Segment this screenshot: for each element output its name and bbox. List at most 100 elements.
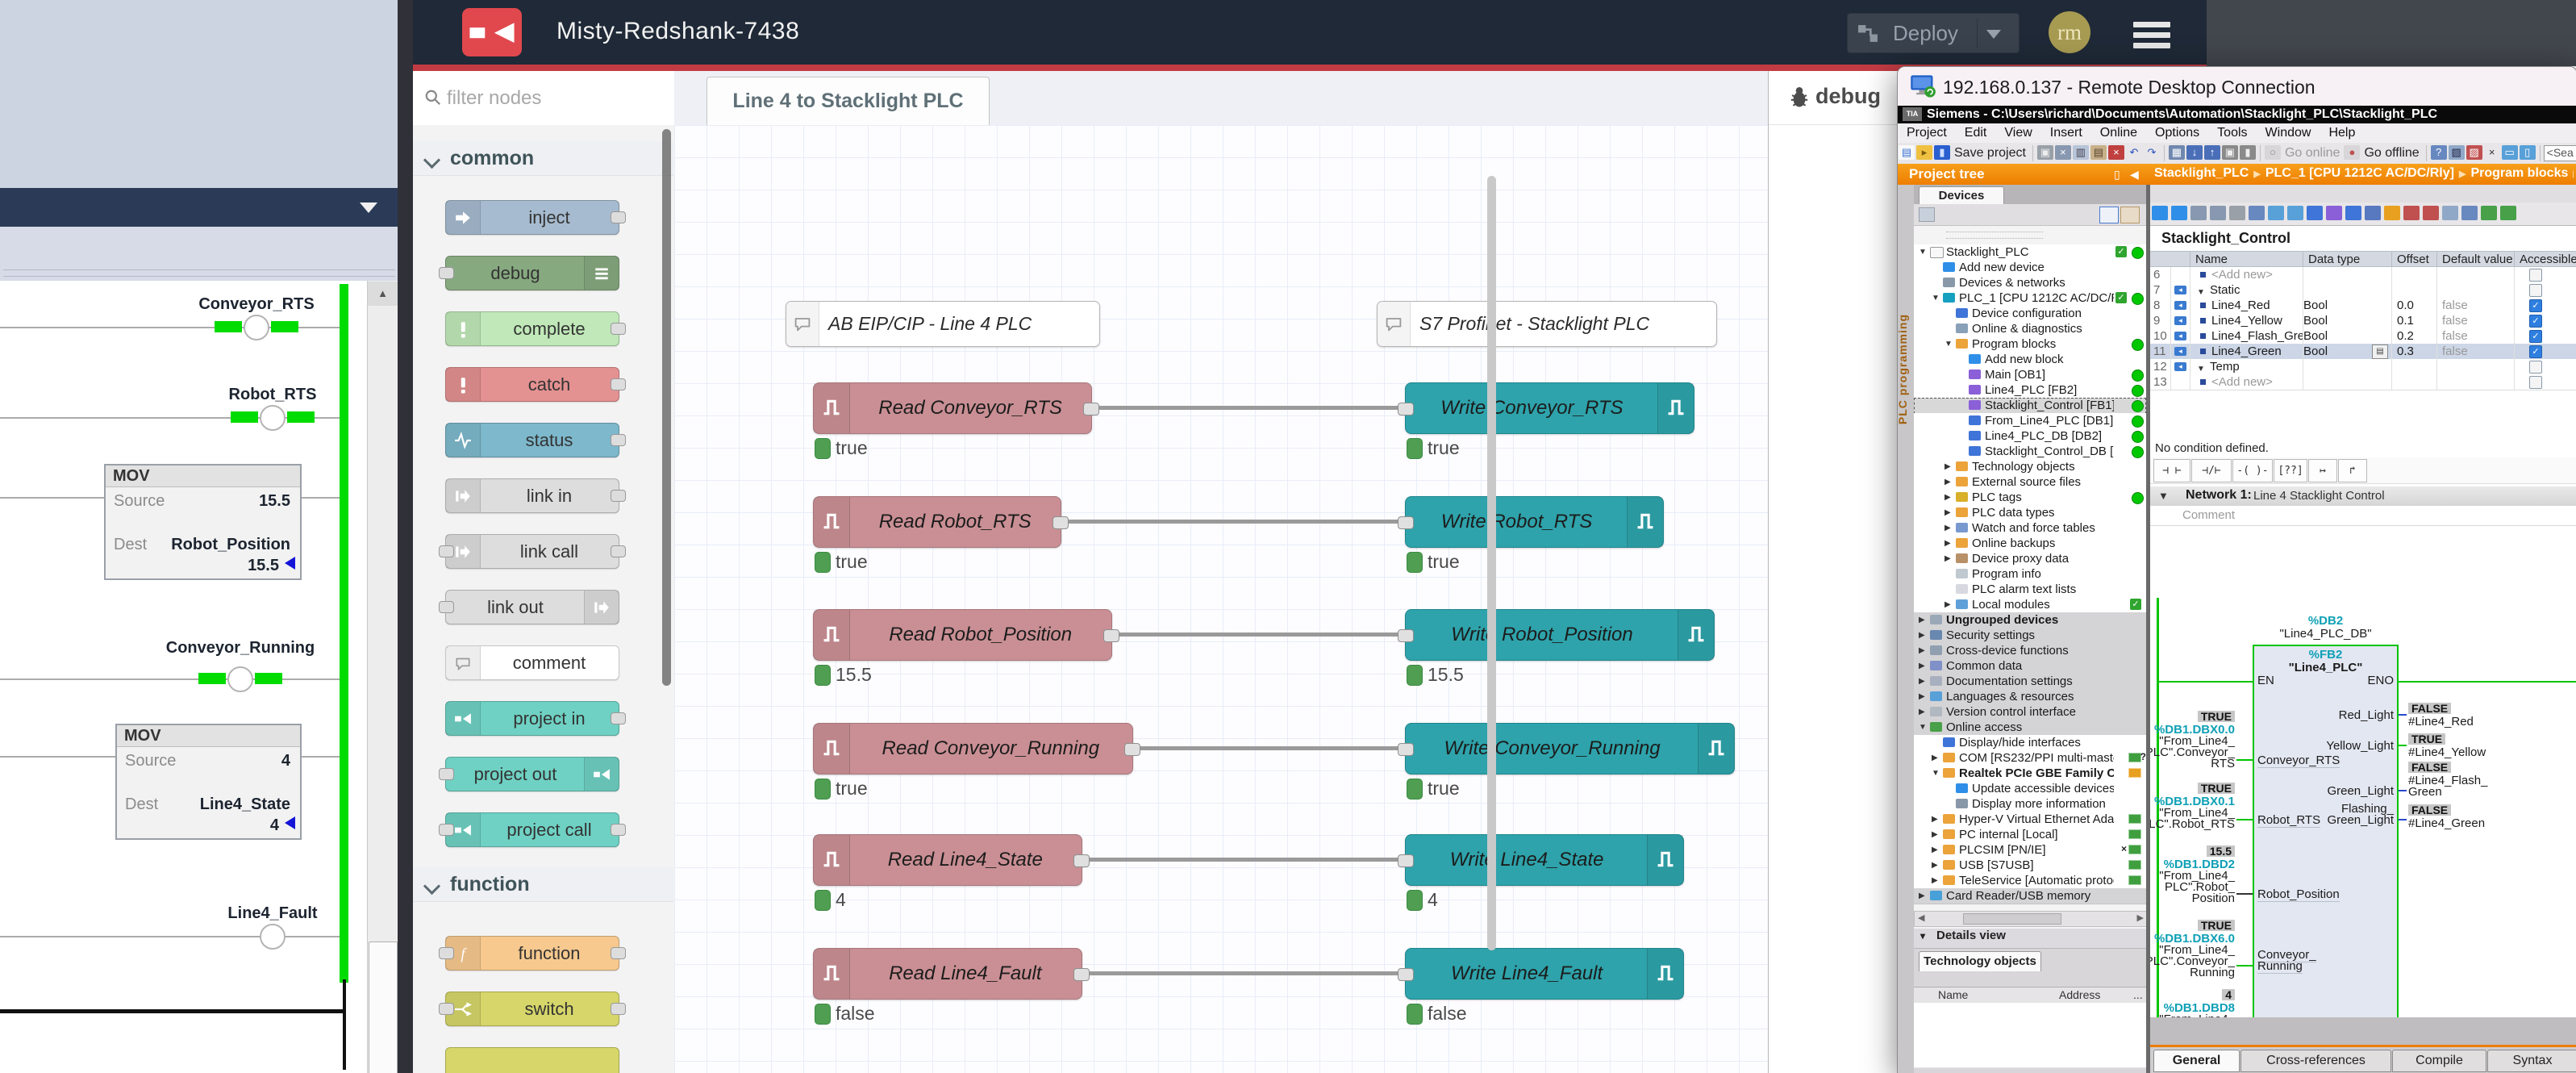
table-row[interactable]: 11◂Line4_GreenBool▤0.3false✓ (2150, 344, 2576, 360)
start-cpu-icon[interactable]: ▣ (2222, 145, 2238, 160)
menu-help[interactable]: Help (2328, 126, 2355, 140)
download-icon[interactable]: ↓ (2186, 145, 2203, 160)
table-row[interactable]: 10◂Line4_Flash_GreenBool0.2false✓ (2150, 328, 2576, 344)
expanded-arrow-icon[interactable]: ▼ (1945, 340, 1953, 349)
tree-item[interactable]: ▶PLC data types (1914, 505, 2146, 521)
tree-item[interactable]: Add new device (1914, 260, 2146, 276)
input-port[interactable] (439, 545, 454, 557)
tree-item[interactable]: Add new block (1914, 352, 2146, 368)
palette-node-partial[interactable] (445, 1047, 619, 1073)
tree-horizontal-scrollbar[interactable]: ◀ ▶ (1914, 911, 2148, 927)
input-port[interactable] (1398, 854, 1414, 867)
checkbox[interactable]: ✓ (2529, 330, 2542, 343)
editor-toolbar-icon[interactable] (2500, 206, 2516, 220)
collapsed-arrow-icon[interactable]: ▶ (1932, 830, 1938, 839)
menu-insert[interactable]: Insert (2050, 126, 2082, 140)
collapsed-arrow-icon[interactable]: ▶ (1945, 524, 1951, 532)
tree-item[interactable]: ▶Online backups (1914, 536, 2146, 552)
tree-item[interactable]: ▼Realtek PCIe GBE Family Con... (1914, 766, 2146, 782)
split-h-icon[interactable]: ▭ (2502, 145, 2518, 160)
breadcrumb-item[interactable]: PLC_1 [CPU 1212C AC/DC/Rly] (2265, 166, 2454, 180)
checkbox[interactable] (2529, 361, 2542, 374)
editor-toolbar-icon[interactable] (2423, 206, 2439, 220)
palette-node-project-out[interactable]: project out (445, 757, 619, 791)
scroll-left-icon[interactable]: ◀ (1918, 912, 1924, 923)
collapsed-arrow-icon[interactable]: ▶ (1932, 861, 1938, 870)
output-port[interactable] (611, 211, 626, 223)
wire[interactable] (1090, 406, 1405, 410)
read-node[interactable]: Read Line4_Fault (813, 948, 1082, 1000)
input-port[interactable] (439, 601, 454, 613)
tree-item[interactable]: Main [OB1] (1914, 367, 2146, 383)
wire[interactable] (1081, 971, 1405, 975)
split-v-icon[interactable]: ▯ (2520, 145, 2536, 160)
read-node[interactable]: Read Robot_Position (813, 609, 1112, 661)
tree-item[interactable]: Line4_PLC [FB2] (1914, 382, 2146, 399)
tree-item[interactable]: ▼Stacklight_PLC✓ (1914, 244, 2146, 261)
tree-item[interactable]: Line4_PLC_DB [DB2] (1914, 428, 2146, 445)
window2-icon[interactable]: ▨ (2466, 145, 2482, 160)
network-comment[interactable]: Comment (2150, 506, 2576, 526)
view-toggle-icon[interactable] (2099, 207, 2119, 223)
editor-toolbar-icon[interactable] (2326, 206, 2342, 220)
canvas-scrollbar-thumb[interactable] (1487, 176, 1496, 950)
input-port[interactable] (439, 824, 454, 836)
expanded-arrow-icon[interactable]: ▼ (1932, 769, 1940, 778)
palette-node-link-in[interactable]: link in (445, 478, 619, 513)
editor-toolbar-icon[interactable] (2481, 206, 2497, 220)
write-node[interactable]: Write Conveyor_RTS (1405, 382, 1694, 434)
tree-tool-icon[interactable] (1919, 207, 1935, 222)
editor-toolbar-icon[interactable] (2403, 206, 2420, 220)
input-port[interactable] (1398, 629, 1414, 642)
checkbox[interactable] (2529, 376, 2542, 389)
editor-toolbar-icon[interactable] (2171, 206, 2187, 220)
palette-node-project-call[interactable]: project call (445, 812, 619, 847)
scroll-up-button[interactable]: ▲ (368, 282, 398, 306)
breadcrumb-item[interactable]: Program blocks (2470, 166, 2568, 180)
collapsed-arrow-icon[interactable]: ▶ (1945, 554, 1951, 563)
menu-view[interactable]: View (2004, 126, 2032, 140)
inspector-tab-general[interactable]: General (2153, 1050, 2240, 1072)
lad-instruction-button[interactable]: [??] (2274, 459, 2307, 482)
tree-item[interactable]: Update accessible devices (1914, 781, 2146, 797)
tree-item[interactable]: ▶Languages & resources (1914, 689, 2146, 705)
menu-tools[interactable]: Tools (2217, 126, 2247, 140)
diagnostics-icon[interactable]: ? (2431, 145, 2447, 160)
output-port[interactable] (1073, 968, 1090, 981)
collapse-pane-icon[interactable]: ◀ (2130, 168, 2139, 182)
menu-options[interactable]: Options (2155, 126, 2199, 140)
palette-node-project-in[interactable]: project in (445, 701, 619, 736)
palette-section-header[interactable]: common (413, 141, 673, 176)
menu-icon[interactable] (2133, 22, 2170, 27)
collapsed-arrow-icon[interactable]: ▶ (1919, 677, 1925, 686)
collapsed-arrow-icon[interactable]: ▶ (1932, 754, 1938, 762)
tree-item[interactable]: ▶PLCSIM [PN/IE]× (1914, 842, 2146, 858)
redo-icon[interactable]: ↷ (2144, 145, 2160, 160)
window1-icon[interactable]: ▨ (2449, 145, 2465, 160)
table-row[interactable]: 9◂Line4_YellowBool0.1false✓ (2150, 313, 2576, 329)
editor-toolbar-icon[interactable] (2249, 206, 2265, 220)
editor-toolbar-icon[interactable] (2229, 206, 2245, 220)
input-port[interactable] (439, 768, 454, 780)
stop-cpu-icon[interactable]: ▮ (2240, 145, 2256, 160)
palette-node-debug[interactable]: debug (445, 256, 619, 290)
output-port[interactable] (1103, 629, 1119, 642)
editor-toolbar-icon[interactable] (2442, 206, 2458, 220)
table-row[interactable]: 7◂▼Static (2150, 282, 2576, 299)
go-offline-plug-icon[interactable]: ● (2344, 145, 2360, 160)
network-header[interactable]: ▼ Network 1: Line 4 Stacklight Control (2150, 486, 2576, 507)
collapsed-arrow-icon[interactable]: ▶ (1945, 462, 1951, 471)
go-offline-button[interactable]: Go offline (2364, 146, 2419, 161)
view-toggle-icon[interactable] (2120, 207, 2140, 223)
palette-node-link-call[interactable]: link call (445, 534, 619, 569)
output-port[interactable] (611, 434, 626, 446)
checkbox[interactable] (2529, 284, 2542, 297)
delete-icon[interactable]: × (2108, 145, 2124, 160)
editor-toolbar-icon[interactable] (2268, 206, 2284, 220)
tree-item[interactable]: ▶Security settings (1914, 628, 2146, 644)
collapse-network-icon[interactable]: ▼ (2158, 490, 2169, 502)
input-port[interactable] (439, 1003, 454, 1015)
input-port[interactable] (1398, 968, 1414, 981)
collapsed-arrow-icon[interactable]: ▶ (1945, 493, 1951, 502)
tree-item[interactable]: Devices & networks (1914, 275, 2146, 291)
